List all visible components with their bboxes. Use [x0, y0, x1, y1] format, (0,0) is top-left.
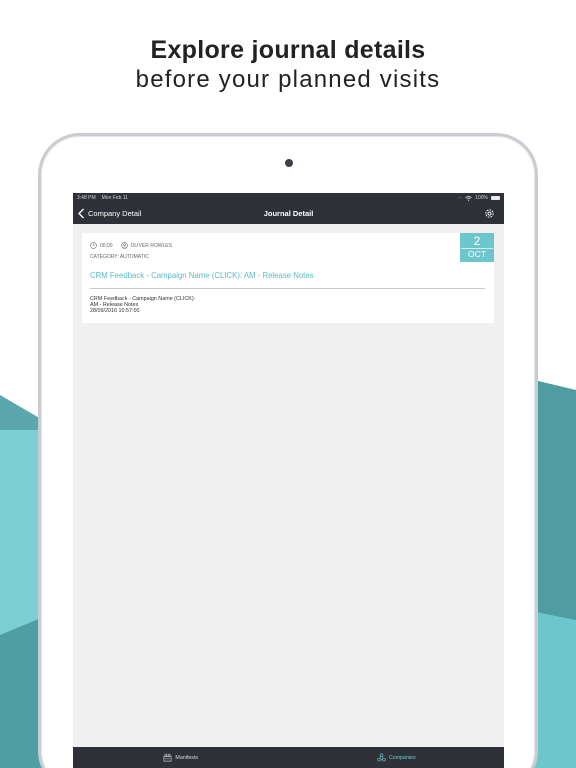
signal-icon: ··· [457, 195, 463, 201]
camera-dot [285, 159, 293, 167]
gear-icon[interactable] [484, 208, 495, 219]
entry-user: OLIVER ROWLES [120, 242, 172, 249]
tab-companies-label: Companies [388, 754, 416, 761]
entry-category: CATEGORY: AUTOMATIC [90, 254, 149, 260]
category-label: CATEGORY: [90, 254, 119, 260]
status-date: Mon Feb 11 [101, 195, 128, 201]
status-time: 3:48 PM [77, 195, 96, 201]
app-screen: 3:48 PM Mon Feb 11 ··· 100% Company Deta… [73, 193, 504, 768]
back-button-label: Company Detail [88, 209, 142, 218]
clock-icon [90, 242, 97, 249]
status-bar: 3:48 PM Mon Feb 11 ··· 100% [73, 193, 504, 203]
marketing-headline: Explore journal details before your plan… [0, 34, 576, 94]
tab-manifests[interactable]: Manifests [73, 747, 289, 768]
entry-meta: 00:00 OLIVER ROWLES [90, 242, 172, 249]
battery-percent: 100% [475, 195, 488, 201]
divider [90, 288, 485, 289]
headline-title: Explore journal details [150, 36, 426, 64]
companies-icon [377, 753, 386, 762]
entry-time: 00:00 [100, 242, 113, 249]
entry-title[interactable]: CRM Feedback - Campaign Name (CLICK): AM… [90, 271, 314, 280]
entry-body-date: 28/09/2016 10:57:00 [90, 308, 140, 315]
user-icon [120, 242, 128, 249]
date-month: OCT [461, 248, 493, 260]
manifests-icon [163, 753, 172, 762]
battery-icon [491, 196, 500, 200]
date-day: 2 [473, 234, 481, 248]
date-badge: 2 OCT [460, 233, 494, 262]
category-value: AUTOMATIC [119, 254, 149, 260]
journal-entry-card[interactable]: 00:00 OLIVER ROWLES CATEGORY: AUTOMATIC … [82, 233, 494, 323]
entry-body: CRM Feedback - Campaign Name (CLICK): AM… [90, 296, 195, 315]
wifi-icon [465, 195, 473, 201]
tab-bar: Manifests Companies [73, 747, 504, 768]
nav-bar: Company Detail Journal Detail [73, 203, 504, 224]
chevron-left-icon [78, 208, 84, 219]
tab-companies[interactable]: Companies [289, 747, 505, 768]
headline-subtitle: before your planned visits [135, 66, 441, 93]
tab-manifests-label: Manifests [175, 754, 199, 761]
entry-user-name: OLIVER ROWLES [130, 242, 172, 249]
back-button[interactable]: Company Detail [73, 208, 141, 219]
